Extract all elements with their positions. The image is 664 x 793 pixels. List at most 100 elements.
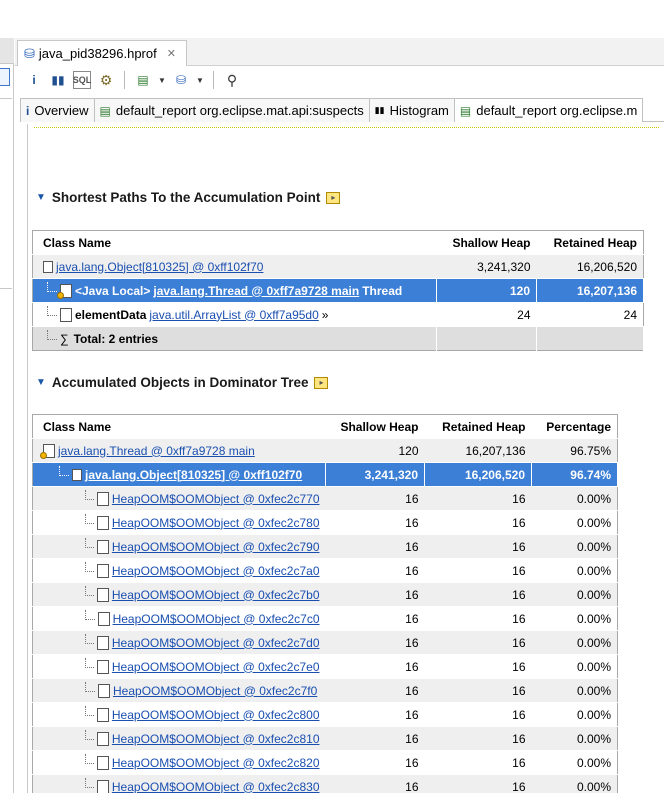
object-link[interactable]: HeapOOM$OOMObject @ 0xfec2c7a0 [112,564,320,578]
tab-histogram[interactable]: ▮▮ Histogram [368,98,455,122]
table-row[interactable]: java.lang.Thread @ 0xff7a9728 main 120 16,… [32,438,618,463]
array-icon [72,468,82,481]
column-header-shallow-heap[interactable]: Shallow Heap [325,414,425,439]
object-link[interactable]: HeapOOM$OOMObject @ 0xfec2c7b0 [112,588,320,602]
column-header-retained-heap[interactable]: Retained Heap [536,230,644,255]
shallow-heap-value: 16 [325,774,425,793]
table-row[interactable]: HeapOOM$OOMObject @ 0xfec2c770 16 16 0.00% [32,486,618,511]
object-link[interactable]: HeapOOM$OOMObject @ 0xfec2c810 [112,732,320,746]
section-shortest-paths[interactable]: ▼ Shortest Paths To the Accumulation Poi… [36,190,341,205]
left-panel-tab[interactable] [0,38,14,64]
left-panel-selected-item[interactable] [0,68,10,86]
report-icon: ▤ [99,103,111,118]
table-row-selected[interactable]: java.lang.Object[810325] @ 0xff102f70 3,2… [32,462,618,487]
query-icon[interactable]: ▸ [314,376,329,389]
object-icon [97,707,109,722]
reference-label: <Java Local> [75,283,151,298]
expand-more-icon[interactable]: » [322,308,329,322]
object-link[interactable]: HeapOOM$OOMObject @ 0xfec2c7c0 [113,612,320,626]
tree-guide [85,777,95,788]
table-row[interactable]: HeapOOM$OOMObject @ 0xfec2c7d0 16 16 0.00% [32,630,618,655]
table-row[interactable]: HeapOOM$OOMObject @ 0xfec2c7b0 16 16 0.00% [32,582,618,607]
section-divider [34,127,659,128]
tab-default-report-suspects[interactable]: ▤ default_report org.eclipse.mat.api:sus… [93,98,370,122]
object-link[interactable]: HeapOOM$OOMObject @ 0xfec2c780 [112,516,320,530]
object-link[interactable]: HeapOOM$OOMObject @ 0xfec2c790 [112,540,320,554]
editor-tab-hprof[interactable]: ⛁ java_pid38296.hprof ✕ [17,40,187,66]
histogram-icon[interactable]: ▮▮ [49,71,67,89]
database-icon: ⛁ [24,45,35,61]
percentage-value: 0.00% [531,726,618,751]
tree-guide [59,465,69,476]
retained-heap-value: 16 [424,726,532,751]
expand-arrow-icon[interactable]: ▼ [36,192,46,203]
thread-object-icon [57,283,72,299]
dominator-tree-table: Class Name Shallow Heap Retained Heap Pe… [32,414,618,793]
retained-heap-value: 16,206,520 [536,254,644,279]
retained-heap-value: 16 [424,678,532,703]
table-row[interactable]: HeapOOM$OOMObject @ 0xfec2c7a0 16 16 0.00% [32,558,618,583]
table-row[interactable]: HeapOOM$OOMObject @ 0xfec2c790 16 16 0.00% [32,534,618,559]
tab-default-report-active[interactable]: ▤ default_report org.eclipse.m [453,98,644,122]
column-header-retained-heap[interactable]: Retained Heap [424,414,532,439]
table-total-row: ∑ Total: 2 entries [32,326,644,351]
retained-heap-value: 16 [424,534,532,559]
settings-icon[interactable]: ⚙ [97,71,115,89]
section-dominator-tree[interactable]: ▼ Accumulated Objects in Dominator Tree … [36,375,329,390]
tree-guide [85,561,95,572]
table-row[interactable]: HeapOOM$OOMObject @ 0xfec2c7c0 16 16 0.00% [32,606,618,631]
table-row[interactable]: HeapOOM$OOMObject @ 0xfec2c780 16 16 0.00% [32,510,618,535]
table-row-selected[interactable]: <Java Local> java.lang.Thread @ 0xff7a97… [32,278,644,303]
info-icon[interactable]: i [25,71,43,89]
table-row[interactable]: HeapOOM$OOMObject @ 0xfec2c7f0 16 16 0.00% [32,678,618,703]
object-link[interactable]: HeapOOM$OOMObject @ 0xfec2c830 [112,780,320,793]
shallow-heap-value: 120 [325,438,425,463]
chevron-down-icon[interactable]: ▼ [158,76,166,85]
chevron-down-icon[interactable]: ▼ [196,76,204,85]
object-link[interactable]: java.lang.Thread @ 0xff7a9728 main [58,444,255,458]
object-link[interactable]: HeapOOM$OOMObject @ 0xfec2c770 [112,492,320,506]
table-row[interactable]: elementData java.util.ArrayList @ 0xff7a… [32,302,644,327]
table-row[interactable]: HeapOOM$OOMObject @ 0xfec2c810 16 16 0.00% [32,726,618,751]
retained-heap-value: 16 [424,630,532,655]
toolbar-separator [213,71,214,89]
object-link[interactable]: HeapOOM$OOMObject @ 0xfec2c7f0 [113,684,317,698]
object-suffix: Thread [362,283,403,298]
expand-arrow-icon[interactable]: ▼ [36,377,46,388]
tab-label: Overview [34,103,89,118]
query-browser-icon[interactable]: ▤ [134,71,152,89]
tree-guide [85,537,95,548]
table-row[interactable]: java.lang.Object[810325] @ 0xff102f70 3,… [32,254,644,279]
tree-guide [85,489,95,500]
object-link[interactable]: HeapOOM$OOMObject @ 0xfec2c800 [112,708,320,722]
search-icon[interactable]: ⚲ [223,71,241,89]
object-link[interactable]: HeapOOM$OOMObject @ 0xfec2c7e0 [112,660,320,674]
object-link[interactable]: HeapOOM$OOMObject @ 0xfec2c7d0 [112,636,320,650]
column-header-class-name[interactable]: Class Name [32,230,437,255]
query-icon[interactable]: ▸ [326,191,341,204]
percentage-value: 96.75% [531,438,618,463]
shallow-heap-value: 16 [325,534,425,559]
column-header-percentage[interactable]: Percentage [531,414,618,439]
column-header-class-name[interactable]: Class Name [32,414,326,439]
object-link[interactable]: java.util.ArrayList @ 0xff7a95d0 [149,308,318,322]
table-row[interactable]: HeapOOM$OOMObject @ 0xfec2c800 16 16 0.00% [32,702,618,727]
table-row[interactable]: HeapOOM$OOMObject @ 0xfec2c830 16 16 0.00% [32,774,618,793]
table-row[interactable]: HeapOOM$OOMObject @ 0xfec2c7e0 16 16 0.00% [32,654,618,679]
object-link[interactable]: java.lang.Object[810325] @ 0xff102f70 [56,260,263,274]
object-link[interactable]: java.lang.Object[810325] @ 0xff102f70 [85,468,302,482]
object-link[interactable]: java.lang.Thread @ 0xff7a9728 main [153,284,359,298]
object-link[interactable]: HeapOOM$OOMObject @ 0xfec2c820 [112,756,320,770]
heap-dump-icon[interactable]: ⛁ [172,71,190,89]
percentage-value: 0.00% [531,678,618,703]
column-header-shallow-heap[interactable]: Shallow Heap [436,230,537,255]
tree-guide [47,329,57,340]
shallow-heap-value: 16 [325,726,425,751]
tab-overview[interactable]: i Overview [20,98,95,122]
tab-label: Histogram [389,103,449,118]
tree-guide [85,681,95,692]
table-row[interactable]: HeapOOM$OOMObject @ 0xfec2c820 16 16 0.00% [32,750,618,775]
oql-icon[interactable]: SQL [73,71,91,89]
close-icon[interactable]: ✕ [167,47,176,60]
shallow-heap-value: 3,241,320 [436,254,537,279]
